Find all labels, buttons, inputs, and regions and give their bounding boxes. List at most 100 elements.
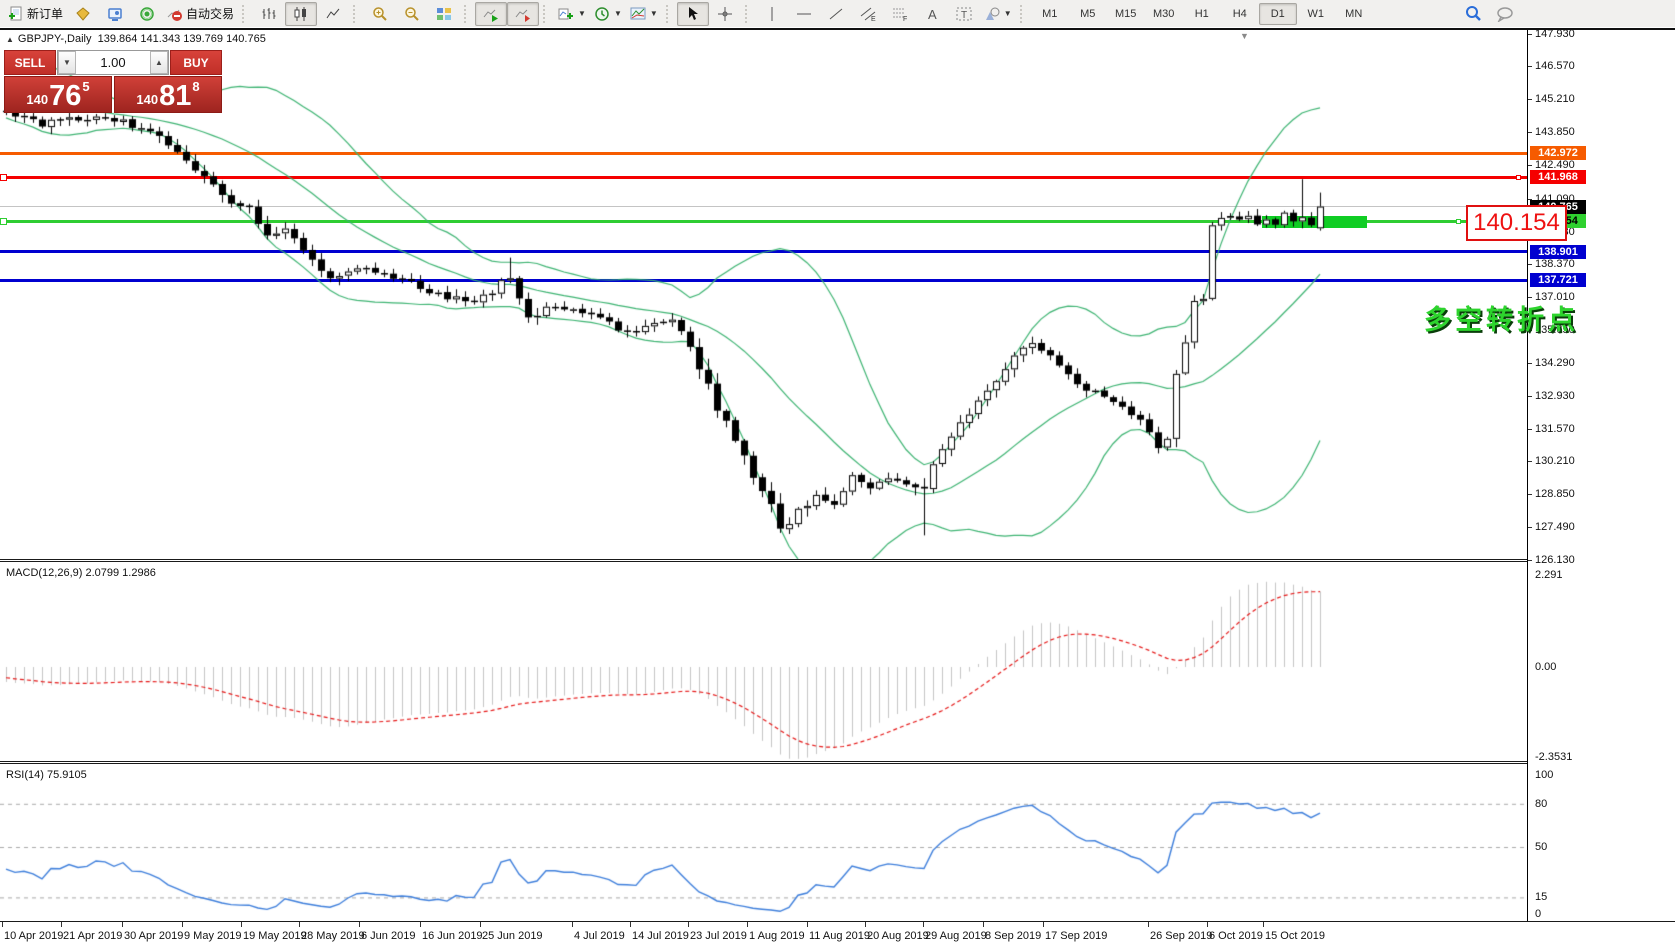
date-label: 16 Jun 2019 [422, 930, 483, 942]
price-tick-label: 147.930 [1535, 28, 1575, 40]
auto-scroll-icon [483, 6, 499, 22]
date-label: 20 Aug 2019 [867, 930, 929, 942]
timeframe-button-w1[interactable]: W1 [1297, 3, 1335, 25]
crosshair-icon [717, 6, 733, 22]
cursor-button[interactable] [677, 2, 709, 26]
periods-button[interactable]: ▼ [590, 2, 626, 26]
dropdown-caret-icon: ▼ [614, 9, 622, 18]
one-click-trading-panel: SELL ▼ 1.00 ▲ BUY 140 76 5 140 81 8 [4, 50, 222, 113]
vertical-line-button[interactable] [756, 2, 788, 26]
price-callout-box[interactable]: 140.154 [1466, 205, 1567, 241]
symbol-title: GBPJPY-,Daily [18, 33, 92, 45]
timeframe-button-m5[interactable]: M5 [1069, 3, 1107, 25]
volume-decrease-button[interactable]: ▼ [58, 51, 76, 74]
fibonacci-button[interactable]: F [884, 2, 916, 26]
date-label: 15 Oct 2019 [1265, 930, 1325, 942]
timeframe-button-m30[interactable]: M30 [1145, 3, 1183, 25]
macd-axis-label: 0.00 [1535, 661, 1556, 673]
buy-price-display[interactable]: 140 81 8 [114, 76, 222, 113]
price-tick-mark [1528, 527, 1532, 528]
date-tick-mark [807, 922, 808, 927]
date-tick-mark [630, 922, 631, 927]
volume-control: ▼ 1.00 ▲ [57, 50, 169, 75]
panel-separator[interactable] [0, 559, 1527, 562]
sell-button[interactable]: SELL [4, 50, 56, 75]
panel-separator[interactable] [0, 761, 1527, 764]
shapes-button[interactable]: ▼ [980, 2, 1016, 26]
volume-input[interactable]: 1.00 [76, 51, 150, 74]
hline-handle[interactable] [1456, 219, 1461, 224]
date-label: 26 Sep 2019 [1150, 930, 1212, 942]
date-tick-mark [299, 922, 300, 927]
zoom-in-button[interactable] [364, 2, 396, 26]
annotation-text[interactable]: 多空转折点 [1424, 298, 1579, 337]
search-icon [1465, 5, 1482, 22]
toolbar-grip [1020, 5, 1027, 23]
auto-scroll-button[interactable] [475, 2, 507, 26]
price-tick-mark [1528, 132, 1532, 133]
search-button[interactable] [1457, 2, 1489, 26]
timeframe-button-h4[interactable]: H4 [1221, 3, 1259, 25]
zoom-out-button[interactable] [396, 2, 428, 26]
volume-increase-button[interactable]: ▲ [150, 51, 168, 74]
sell-price-big: 76 [49, 82, 81, 111]
profile-monitor-icon [107, 6, 123, 22]
hline-handle[interactable] [1516, 175, 1521, 180]
trendline-button[interactable] [820, 2, 852, 26]
date-label: 30 Apr 2019 [124, 930, 183, 942]
templates-button[interactable]: ▼ [626, 2, 662, 26]
price-tick-label: 130.210 [1535, 455, 1575, 467]
price-tick-label: 146.570 [1535, 60, 1575, 72]
date-tick-mark [2, 922, 3, 927]
new-order-button[interactable]: 新订单 [4, 2, 67, 26]
date-label: 10 Apr 2019 [4, 930, 63, 942]
shapes-icon [984, 6, 1000, 22]
bar-chart-button[interactable] [253, 2, 285, 26]
timeframe-button-m1[interactable]: M1 [1031, 3, 1069, 25]
buy-button[interactable]: BUY [170, 50, 222, 75]
zoom-in-icon [372, 6, 388, 22]
price-tag-137.721: 137.721 [1530, 273, 1586, 287]
terminal-window: { "window": { "collapse_marker": "▲", "s… [0, 0, 1675, 948]
chart-window-button[interactable] [67, 2, 99, 26]
autotrading-button[interactable]: 自动交易 [163, 2, 238, 26]
timeframe-button-h1[interactable]: H1 [1183, 3, 1221, 25]
price-tick-label: 131.570 [1535, 423, 1575, 435]
chat-button[interactable] [1489, 2, 1521, 26]
price-axis[interactable]: 147.930146.570145.210143.850142.490141.0… [1527, 30, 1675, 948]
sell-price-display[interactable]: 140 76 5 [4, 76, 112, 113]
price-tick-mark [1528, 34, 1532, 35]
hline-handle[interactable] [0, 174, 7, 181]
dropdown-caret-icon: ▼ [578, 9, 586, 18]
price-tick-label: 127.490 [1535, 521, 1575, 533]
ohlc-readout: 139.864 141.343 139.769 140.765 [98, 33, 266, 45]
timeframe-button-d1[interactable]: D1 [1259, 3, 1297, 25]
date-tick-mark [1043, 922, 1044, 927]
chart-shift-button[interactable] [507, 2, 539, 26]
indicators-button[interactable]: ▼ [554, 2, 590, 26]
date-label: 17 Sep 2019 [1045, 930, 1107, 942]
line-chart-button[interactable] [317, 2, 349, 26]
crosshair-button[interactable] [709, 2, 741, 26]
text-button[interactable]: A [916, 2, 948, 26]
date-axis[interactable]: 10 Apr 201921 Apr 201930 Apr 20199 May 2… [0, 921, 1675, 948]
collapse-marker-icon[interactable]: ▲ [6, 35, 14, 44]
hline-handle[interactable] [0, 218, 7, 225]
timeframe-button-m15[interactable]: M15 [1107, 3, 1145, 25]
expert-advisors-button[interactable] [99, 2, 131, 26]
date-tick-mark [359, 922, 360, 927]
chart-canvas[interactable] [0, 30, 1527, 948]
signals-button[interactable] [131, 2, 163, 26]
horizontal-line-button[interactable] [788, 2, 820, 26]
tile-windows-icon [436, 6, 452, 22]
price-tick-mark [1528, 66, 1532, 67]
date-tick-mark [572, 922, 573, 927]
candlestick-chart-button[interactable] [285, 2, 317, 26]
equidistant-channel-button[interactable]: E [852, 2, 884, 26]
text-label-button[interactable]: T [948, 2, 980, 26]
price-tick-label: 145.210 [1535, 93, 1575, 105]
scroll-end-marker-icon: ▼ [1240, 31, 1249, 41]
timeframe-button-mn[interactable]: MN [1335, 3, 1373, 25]
date-label: 11 Aug 2019 [809, 930, 870, 942]
tile-windows-button[interactable] [428, 2, 460, 26]
